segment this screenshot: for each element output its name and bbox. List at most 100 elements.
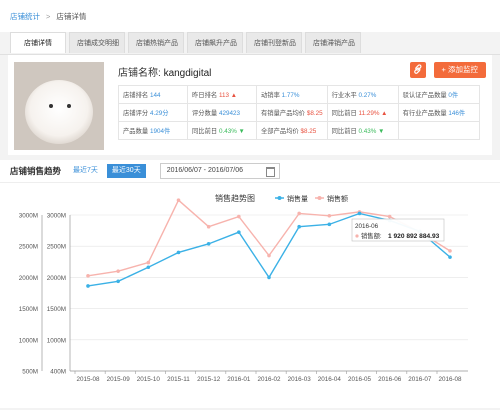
tooltip-label: 销售额: xyxy=(361,231,382,240)
stat-value: 144 xyxy=(149,92,161,99)
x-tick-label: 2016-02 xyxy=(257,376,281,383)
data-point xyxy=(297,211,301,216)
tab-rising-products[interactable]: 店铺飙升产品 xyxy=(187,32,243,53)
shop-image xyxy=(14,62,104,150)
range-7-days-button[interactable]: 最近7天 xyxy=(68,164,103,178)
data-point xyxy=(267,253,271,258)
stats-row: 产品数量 1904件 同比前日 0.43% ▼ 全部产品均价 $8.25 同比前… xyxy=(118,121,480,140)
data-point xyxy=(237,214,241,219)
stats-table: 店铺排名 144 昨日排名 113 ▲ 动销率 1.77% 行业水平 0.27%… xyxy=(118,85,480,140)
stat-value: 4.29分 xyxy=(149,110,169,117)
range-30-days-button[interactable]: 最近30天 xyxy=(106,164,146,178)
tooltip-title: 2016-06 xyxy=(355,223,379,230)
data-point xyxy=(357,211,362,216)
legend-volume-dot xyxy=(277,196,282,200)
legend-volume: 销售量 xyxy=(287,194,308,203)
tooltip-value: 1 920 892 884.93 xyxy=(388,233,440,240)
breadcrumb-separator: > xyxy=(46,11,51,21)
stat-value: 429423 xyxy=(218,110,240,117)
data-point xyxy=(116,279,120,284)
stat-value: 11.29% xyxy=(358,110,380,117)
tab-hot-products[interactable]: 店铺热销产品 xyxy=(128,32,184,53)
sales-trend-section: 店铺销售趋势 最近7天 最近30天 2016/06/07 - 2016/07/0… xyxy=(0,160,500,408)
data-point xyxy=(327,213,332,218)
shop-name-label: 店铺名称: xyxy=(118,68,161,79)
tab-shop-detail[interactable]: 店铺详情 xyxy=(10,32,66,53)
data-point xyxy=(237,230,241,234)
stat-value: 0.43% xyxy=(358,128,377,135)
y-tick-label-left: 1500M xyxy=(47,306,66,313)
data-point xyxy=(146,265,151,270)
stat-value: $8.25 xyxy=(300,128,317,135)
x-tick-label: 2016-06 xyxy=(378,376,402,383)
breadcrumb-current: 店铺详情 xyxy=(56,11,87,21)
tab-slow-products[interactable]: 店铺滞销产品 xyxy=(305,32,361,53)
data-point xyxy=(448,255,452,259)
tab-shop-deals[interactable]: 店铺成交明细 xyxy=(69,32,125,53)
y-tick-label-outer: 2000M xyxy=(19,275,38,282)
tab-bar: 店铺详情 店铺成交明细 店铺热销产品 店铺飙升产品 店铺刊登新品 店铺滞销产品 xyxy=(0,32,500,55)
legend-amount: 销售额 xyxy=(327,194,348,203)
stats-row: 店铺评分 4.29分 评分数量 429423 有销量产品均价 $8.25 同比前… xyxy=(118,103,480,122)
stats-row: 店铺排名 144 昨日排名 113 ▲ 动销率 1.77% 行业水平 0.27%… xyxy=(118,85,480,104)
add-monitor-button[interactable]: + 添加监控 xyxy=(433,62,486,78)
data-point xyxy=(86,274,90,278)
tab-new-products[interactable]: 店铺刊登新品 xyxy=(246,32,302,53)
shop-info-card: 店铺名称: kangdigital + 添加监控 店铺排名 144 昨日排名 1… xyxy=(8,55,492,155)
data-point xyxy=(86,284,90,288)
y-tick-label-outer: 1500M xyxy=(19,306,38,313)
y-tick-label-outer: 1000M xyxy=(19,337,38,344)
stat-value: $8.25 xyxy=(306,110,323,117)
chart-title: 销售趋势图 xyxy=(215,193,255,203)
breadcrumb-root[interactable]: 店铺统计 xyxy=(10,11,40,22)
y-tick-label-left: 2000M xyxy=(47,275,66,282)
link-icon xyxy=(414,64,422,74)
link-button[interactable] xyxy=(410,62,426,78)
data-point xyxy=(176,198,181,202)
data-point xyxy=(297,224,301,229)
x-tick-label: 2015-12 xyxy=(197,376,221,383)
data-point xyxy=(387,214,392,219)
stat-value: 0件 xyxy=(448,92,459,99)
y-tick-label-outer: 2500M xyxy=(19,244,38,251)
stat-value: 0.27% xyxy=(358,92,377,99)
chart-legend: 销售量 销售额 xyxy=(275,194,348,203)
y-tick-label-outer: 3000M xyxy=(19,213,38,220)
arrow-down-icon: ▼ xyxy=(376,128,385,135)
x-tick-label: 2015-10 xyxy=(137,376,161,383)
calendar-icon[interactable] xyxy=(265,167,275,177)
shop-name-value: kangdigital xyxy=(163,68,212,79)
sales-trend-chart: 销售趋势图 销售量 销售额 400M 1000M 1500M 2000M 2500M 30… xyxy=(19,193,468,383)
y-tick-label-left: 400M xyxy=(50,369,66,376)
stat-value: 146件 xyxy=(448,110,466,117)
x-tick-label: 2015-08 xyxy=(76,376,100,383)
section-title: 店铺销售趋势 xyxy=(10,166,62,176)
x-tick-label: 2016-05 xyxy=(348,376,372,383)
date-range-input[interactable]: 2016/06/07 - 2016/07/06 xyxy=(159,163,280,179)
x-tick-label: 2016-04 xyxy=(318,376,342,383)
stat-value: 113 xyxy=(218,92,229,99)
data-point xyxy=(146,260,151,265)
arrow-up-icon: ▲ xyxy=(379,110,388,117)
chart-tooltip: 2016-06 销售额: 1 920 892 884.93 xyxy=(351,218,445,242)
x-tick-label: 2016-01 xyxy=(227,376,251,383)
x-tick-label: 2015-11 xyxy=(167,376,190,383)
data-point xyxy=(448,249,452,253)
data-point xyxy=(206,224,211,229)
x-tick-label: 2015-09 xyxy=(107,376,131,383)
stat-value: 0.43% xyxy=(218,128,237,135)
sales-trend-header: 店铺销售趋势 最近7天 最近30天 2016/06/07 - 2016/07/0… xyxy=(0,160,500,183)
data-point xyxy=(116,269,120,273)
y-tick-label-left: 3000M xyxy=(47,213,66,220)
y-tick-label-outer: 500M xyxy=(22,369,38,376)
x-tick-label: 2016-08 xyxy=(438,376,462,383)
stat-value: 1904件 xyxy=(149,128,171,135)
data-point xyxy=(327,222,332,227)
data-point xyxy=(267,275,271,280)
arrow-up-icon: ▲ xyxy=(228,92,237,99)
shop-name: 店铺名称: kangdigital xyxy=(118,64,211,79)
x-tick-label: 2016-03 xyxy=(288,376,312,383)
data-point xyxy=(176,250,181,255)
data-point xyxy=(206,242,211,246)
y-tick-label-left: 2500M xyxy=(47,244,66,251)
